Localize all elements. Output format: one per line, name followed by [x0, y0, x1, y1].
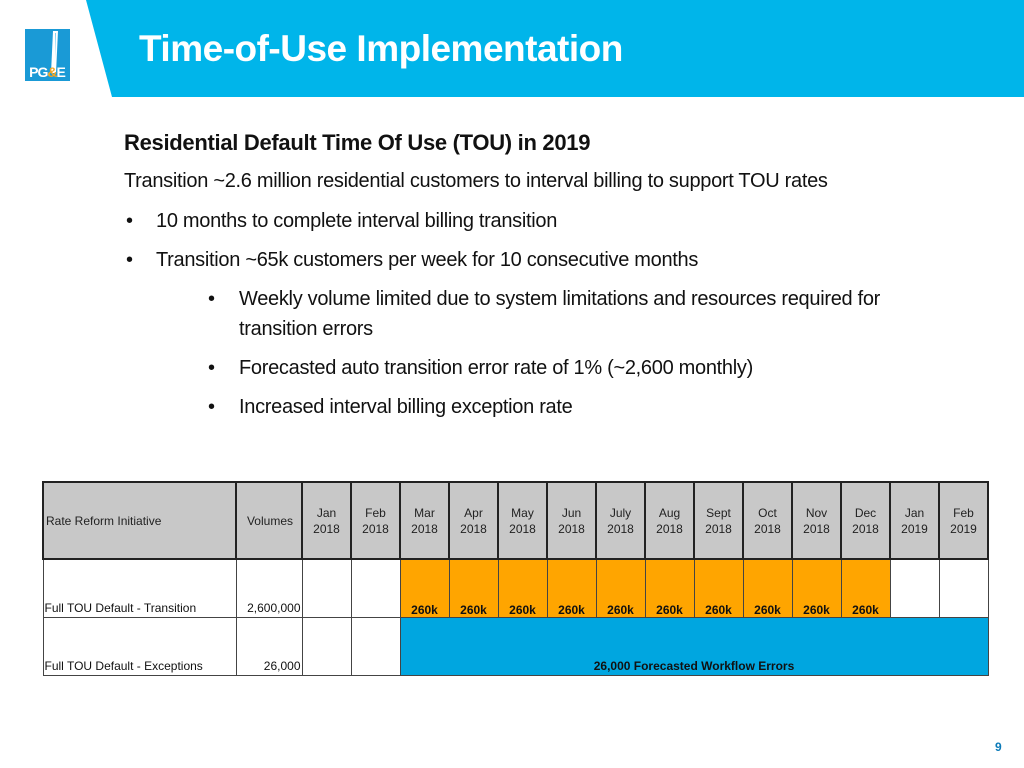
bullet-dot-icon: • — [208, 396, 215, 418]
header-month: Nov 2018 — [791, 481, 842, 560]
month-label: Apr — [464, 505, 483, 520]
cell-transition-volume: 260k — [546, 558, 597, 618]
month-label: Feb — [953, 505, 974, 520]
bullet-item: • Increased interval billing exception ra… — [124, 392, 914, 422]
cell-initiative: Full TOU Default - Exceptions — [42, 616, 237, 676]
content-body: Residential Default Time Of Use (TOU) in… — [124, 130, 924, 431]
cell-empty — [301, 616, 352, 676]
header-month: May 2018 — [497, 481, 548, 560]
cell-transition-volume: 260k — [742, 558, 793, 618]
header-initiative: Rate Reform Initiative — [42, 481, 237, 560]
bullet-item: • Weekly volume limited due to system lim… — [124, 284, 914, 344]
header-month: Dec 2018 — [840, 481, 891, 560]
header-month: Apr 2018 — [448, 481, 499, 560]
cell-transition-volume: 260k — [399, 558, 450, 618]
cell-transition-volume: 260k — [448, 558, 499, 618]
bullet-text: 10 months to complete interval billing t… — [156, 210, 558, 232]
year-label: 2018 — [607, 521, 634, 536]
cell-exceptions-span: 26,000 Forecasted Workflow Errors — [399, 616, 989, 676]
svg-text:PG&E: PG&E — [29, 64, 65, 80]
bullet-text: Weekly volume limited due to system limi… — [239, 288, 881, 340]
year-label: 2018 — [362, 521, 389, 536]
header-month: Jun 2018 — [546, 481, 597, 560]
header-month: Jan 2019 — [889, 481, 940, 560]
cell-initiative: Full TOU Default - Transition — [42, 558, 237, 618]
header-month: Aug 2018 — [644, 481, 695, 560]
year-label: 2018 — [460, 521, 487, 536]
month-label: Dec — [854, 505, 877, 520]
table-header-row: Rate Reform Initiative Volumes Jan 2018 Fe… — [42, 481, 989, 560]
year-label: 2018 — [411, 521, 438, 536]
month-label: July — [609, 505, 632, 520]
year-label: 2018 — [509, 521, 536, 536]
intro-text: Transition ~2.6 million residential cust… — [124, 170, 828, 192]
month-label: Sept — [706, 505, 731, 520]
bullet-dot-icon: • — [208, 288, 215, 310]
bullet-dot-icon: • — [208, 357, 215, 379]
page-title: Time-of-Use Implementation — [139, 28, 623, 69]
bullet-text: Forecasted auto transition error rate of… — [239, 357, 753, 379]
month-label: May — [511, 505, 534, 520]
year-label: 2018 — [656, 521, 683, 536]
header-month: Mar 2018 — [399, 481, 450, 560]
cell-empty — [301, 558, 352, 618]
cell-transition-volume: 260k — [497, 558, 548, 618]
cell-transition-volume: 260k — [693, 558, 744, 618]
section-subtitle: Residential Default Time Of Use (TOU) in… — [124, 130, 591, 155]
header-month: Oct 2018 — [742, 481, 793, 560]
table-row: Full TOU Default - Exceptions 26,000 26,00… — [42, 616, 989, 676]
cell-transition-volume: 260k — [644, 558, 695, 618]
month-label: Oct — [758, 505, 777, 520]
bullet-text: Increased interval billing exception rat… — [239, 396, 573, 418]
header-month: Feb 2018 — [350, 481, 401, 560]
cell-empty — [350, 558, 401, 618]
cell-empty — [889, 558, 940, 618]
cell-empty — [938, 558, 989, 618]
pge-logo: PG&E — [25, 29, 70, 81]
header-month: Feb 2019 — [938, 481, 989, 560]
year-label: 2019 — [901, 521, 928, 536]
month-label: Aug — [658, 505, 681, 520]
month-label: Jan — [316, 505, 337, 520]
year-label: 2018 — [803, 521, 830, 536]
bullet-dot-icon: • — [126, 249, 133, 271]
month-label: Jun — [561, 505, 582, 520]
cell-volumes: 2,600,000 — [235, 558, 303, 618]
cell-transition-volume: 260k — [840, 558, 891, 618]
year-label: 2018 — [558, 521, 585, 536]
year-label: 2018 — [852, 521, 879, 536]
bullet-item: • Transition ~65k customers per week for … — [124, 245, 924, 275]
cell-volumes: 26,000 — [235, 616, 303, 676]
month-label: Mar — [414, 505, 435, 520]
header-month: Jan 2018 — [301, 481, 352, 560]
month-label: Jan — [904, 505, 925, 520]
month-label: Feb — [365, 505, 386, 520]
table-row: Full TOU Default - Transition 2,600,000 26… — [42, 558, 989, 618]
header-month: July 2018 — [595, 481, 646, 560]
bullet-item: • Forecasted auto transition error rate o… — [124, 353, 914, 383]
header-volumes: Volumes — [235, 481, 303, 560]
schedule-table: Rate Reform Initiative Volumes Jan 2018 Fe… — [42, 481, 989, 676]
year-label: 2019 — [950, 521, 977, 536]
year-label: 2018 — [754, 521, 781, 536]
cell-empty — [350, 616, 401, 676]
header-month: Sept 2018 — [693, 481, 744, 560]
year-label: 2018 — [705, 521, 732, 536]
bullet-item: • 10 months to complete interval billing … — [124, 206, 924, 236]
bullet-dot-icon: • — [126, 210, 133, 232]
year-label: 2018 — [313, 521, 340, 536]
bullet-text: Transition ~65k customers per week for 1… — [156, 249, 699, 271]
cell-transition-volume: 260k — [791, 558, 842, 618]
page-number: 9 — [995, 740, 1002, 754]
cell-transition-volume: 260k — [595, 558, 646, 618]
bullet-list: • 10 months to complete interval billing … — [124, 206, 924, 422]
month-label: Nov — [805, 505, 828, 520]
